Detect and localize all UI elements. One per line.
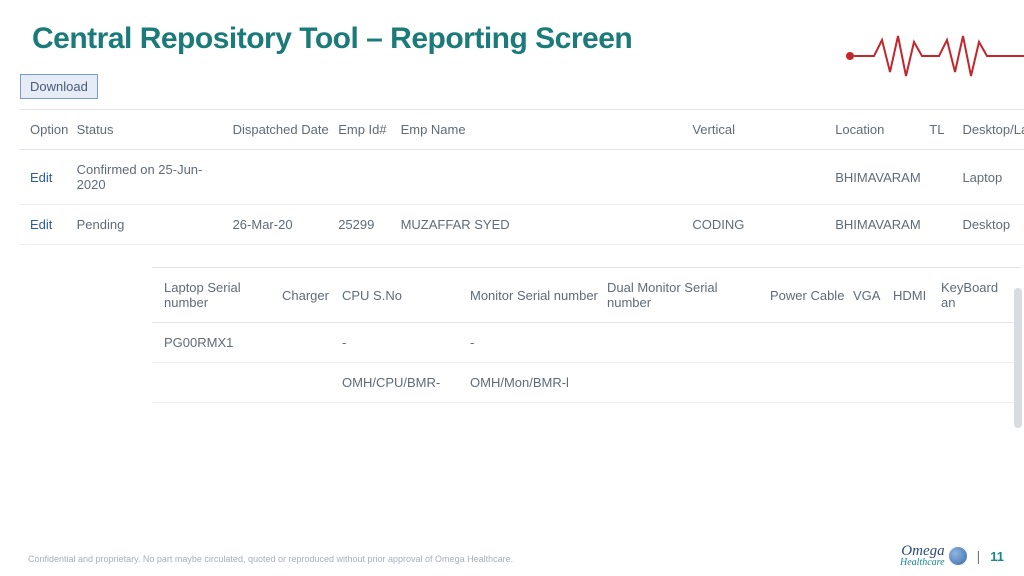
col-empname: Emp Name bbox=[401, 110, 693, 150]
cell-tl bbox=[929, 150, 962, 205]
cell-laptop bbox=[152, 363, 282, 403]
col-hdmi: HDMI bbox=[893, 268, 941, 323]
globe-icon bbox=[949, 547, 967, 565]
download-button[interactable]: Download bbox=[20, 74, 98, 99]
cell-dual bbox=[607, 363, 770, 403]
cell-dispatched: 26-Mar-20 bbox=[233, 205, 339, 245]
footer-confidential: Confidential and proprietary. No part ma… bbox=[28, 554, 513, 564]
logo: Omega Healthcare bbox=[900, 544, 945, 568]
cell-power bbox=[770, 323, 853, 363]
cell-empid: 25299 bbox=[338, 205, 400, 245]
cell-vertical bbox=[692, 150, 835, 205]
report-table-primary: Option Status Dispatched Date Emp Id# Em… bbox=[20, 109, 1024, 245]
cell-dispatched bbox=[233, 150, 339, 205]
col-vertical: Vertical bbox=[692, 110, 835, 150]
cell-hdmi bbox=[893, 323, 941, 363]
table-row: Edit Pending 26-Mar-20 25299 MUZAFFAR SY… bbox=[20, 205, 1024, 245]
report-table-secondary: Laptop Serial number Charger CPU S.No Mo… bbox=[152, 267, 1021, 403]
edit-link[interactable]: Edit bbox=[30, 217, 52, 232]
cell-status: Confirmed on 25-Jun-2020 bbox=[77, 150, 233, 205]
col-location: Location bbox=[835, 110, 929, 150]
cell-laptop: PG00RMX1 bbox=[152, 323, 282, 363]
cell-charger bbox=[282, 363, 342, 403]
cell-vga bbox=[853, 323, 893, 363]
cell-status: Pending bbox=[77, 205, 233, 245]
col-laptop-serial: Laptop Serial number bbox=[152, 268, 282, 323]
cell-device: Laptop bbox=[962, 150, 1024, 205]
cell-monitor: - bbox=[470, 323, 607, 363]
cell-empname: MUZAFFAR SYED bbox=[401, 205, 693, 245]
cell-charger bbox=[282, 323, 342, 363]
logo-sub: Healthcare bbox=[900, 558, 945, 568]
heartbeat-icon bbox=[844, 28, 1024, 84]
cell-location: BHIMAVARAM bbox=[835, 150, 929, 205]
col-cpu-sno: CPU S.No bbox=[342, 268, 470, 323]
cell-cpu: OMH/CPU/BMR- bbox=[342, 363, 470, 403]
col-device: Desktop/Lap bbox=[962, 110, 1024, 150]
cell-empname bbox=[401, 150, 693, 205]
col-dispatched: Dispatched Date bbox=[233, 110, 339, 150]
scrollbar[interactable] bbox=[1014, 288, 1022, 428]
col-option: Option bbox=[20, 110, 77, 150]
col-tl: TL bbox=[929, 110, 962, 150]
cell-hdmi bbox=[893, 363, 941, 403]
cell-vga bbox=[853, 363, 893, 403]
table-row: Edit Confirmed on 25-Jun-2020 BHIMAVARAM… bbox=[20, 150, 1024, 205]
cell-location: BHIMAVARAM bbox=[835, 205, 929, 245]
col-dual-monitor: Dual Monitor Serial number bbox=[607, 268, 770, 323]
col-vga: VGA bbox=[853, 268, 893, 323]
edit-link[interactable]: Edit bbox=[30, 170, 52, 185]
table-row: PG00RMX1 - - bbox=[152, 323, 1021, 363]
cell-device: Desktop bbox=[962, 205, 1024, 245]
page-separator: | bbox=[977, 548, 981, 564]
page-number: 11 bbox=[990, 549, 1004, 564]
cell-empid bbox=[338, 150, 400, 205]
col-power-cable: Power Cable bbox=[770, 268, 853, 323]
cell-power bbox=[770, 363, 853, 403]
cell-keyboard bbox=[941, 323, 1021, 363]
footer-right: Omega Healthcare | 11 bbox=[900, 544, 1004, 568]
cell-tl bbox=[929, 205, 962, 245]
table-row: OMH/CPU/BMR- OMH/Mon/BMR-l bbox=[152, 363, 1021, 403]
col-charger: Charger bbox=[282, 268, 342, 323]
cell-monitor: OMH/Mon/BMR-l bbox=[470, 363, 607, 403]
col-status: Status bbox=[77, 110, 233, 150]
col-monitor-serial: Monitor Serial number bbox=[470, 268, 607, 323]
cell-vertical: CODING bbox=[692, 205, 835, 245]
cell-dual bbox=[607, 323, 770, 363]
col-keyboard: KeyBoard an bbox=[941, 268, 1021, 323]
cell-keyboard bbox=[941, 363, 1021, 403]
col-empid: Emp Id# bbox=[338, 110, 400, 150]
cell-cpu: - bbox=[342, 323, 470, 363]
